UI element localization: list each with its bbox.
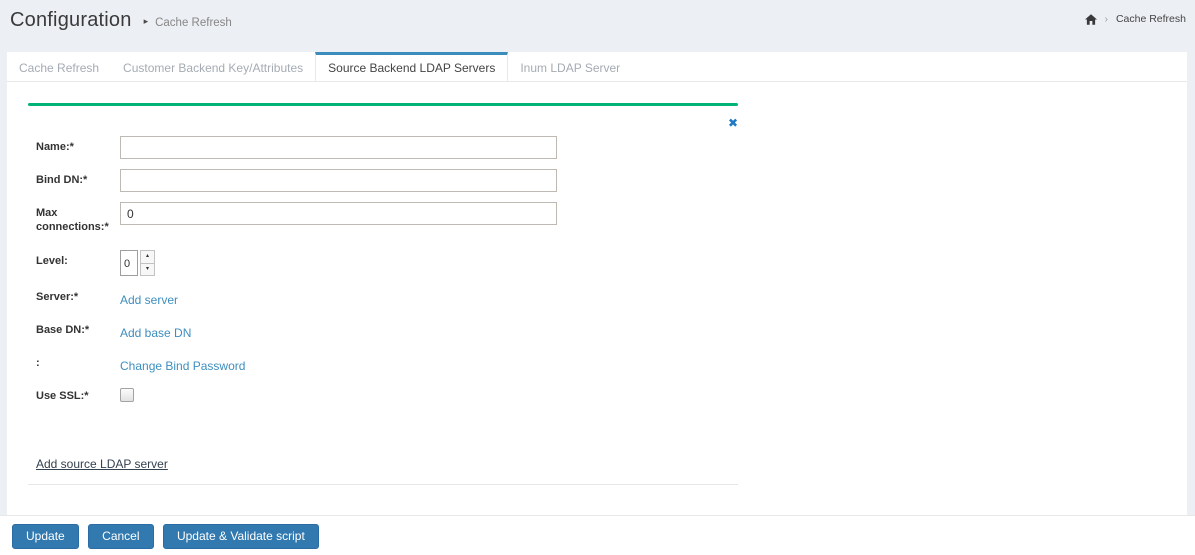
bind-dn-input[interactable] [120,169,557,192]
accent-rule [28,103,738,106]
use-ssl-checkbox[interactable] [120,388,134,402]
content-panel: Cache Refresh Customer Backend Key/Attri… [7,52,1187,515]
form-row-name: Name:* [36,136,759,159]
level-label: Level: [36,255,68,267]
tab-bar: Cache Refresh Customer Backend Key/Attri… [7,52,1187,82]
add-source-row: Add source LDAP server [28,455,759,473]
close-row: ✖ [28,114,738,130]
cancel-button[interactable]: Cancel [88,524,154,549]
tab-content: ✖ Name:* Bind DN:* Max connections:* 0 L… [7,82,759,485]
change-bind-password-link[interactable]: Change Bind Password [120,359,245,373]
tab-source-backend-ldap-servers[interactable]: Source Backend LDAP Servers [315,52,509,81]
breadcrumb-section: Cache Refresh [155,17,232,29]
tab-cache-refresh[interactable]: Cache Refresh [7,52,111,81]
form-row-level: Level: ▴ ▾ [36,250,759,276]
breadcrumb-current: Cache Refresh [1115,13,1186,25]
max-connections-label: Max connections:* [36,207,109,233]
spinner-down-icon[interactable]: ▾ [140,262,155,276]
breadcrumb-caret-icon: ▸ [143,16,149,26]
name-label: Name:* [36,141,74,153]
add-source-ldap-server-link[interactable]: Add source LDAP server [36,457,168,471]
form-row-server: Server:* Add server [36,286,759,309]
use-ssl-label: Use SSL:* [36,390,89,402]
form-row-use-ssl: Use SSL:* [36,385,759,407]
update-button[interactable]: Update [12,524,79,549]
breadcrumb-separator: › [1104,13,1108,25]
tab-customer-backend-key-attributes[interactable]: Customer Backend Key/Attributes [111,52,315,81]
page-title: Configuration [10,9,132,31]
tab-inum-ldap-server[interactable]: Inum LDAP Server [508,52,632,81]
bind-dn-label: Bind DN:* [36,174,88,186]
footer-toolbar: Update Cancel Update & Validate script [0,515,1195,555]
add-server-link[interactable]: Add server [120,293,178,307]
page-header: Configuration ▸ Cache Refresh › Cache Re… [0,0,1195,52]
form-row-max-connections: Max connections:* [36,202,759,234]
breadcrumb-right: › Cache Refresh [1084,13,1186,25]
ldap-server-form: Name:* Bind DN:* Max connections:* Level… [28,136,759,407]
form-row-bind-dn: Bind DN:* [36,169,759,192]
spinner-up-icon[interactable]: ▴ [140,250,155,263]
bind-password-label: : [36,357,40,369]
max-connections-input[interactable] [120,202,557,225]
breadcrumb: Configuration ▸ Cache Refresh [10,9,232,32]
content-divider [28,484,738,485]
server-label: Server:* [36,291,79,303]
add-base-dn-link[interactable]: Add base DN [120,326,191,340]
base-dn-label: Base DN:* [36,324,90,336]
form-row-bind-password: : Change Bind Password [36,352,759,375]
close-icon[interactable]: ✖ [728,116,738,130]
name-input[interactable] [120,136,557,159]
form-row-base-dn: Base DN:* Add base DN [36,319,759,342]
level-input[interactable] [120,250,138,276]
home-icon[interactable] [1084,13,1097,25]
level-spinner: ▴ ▾ [120,250,155,276]
update-validate-script-button[interactable]: Update & Validate script [162,524,319,549]
